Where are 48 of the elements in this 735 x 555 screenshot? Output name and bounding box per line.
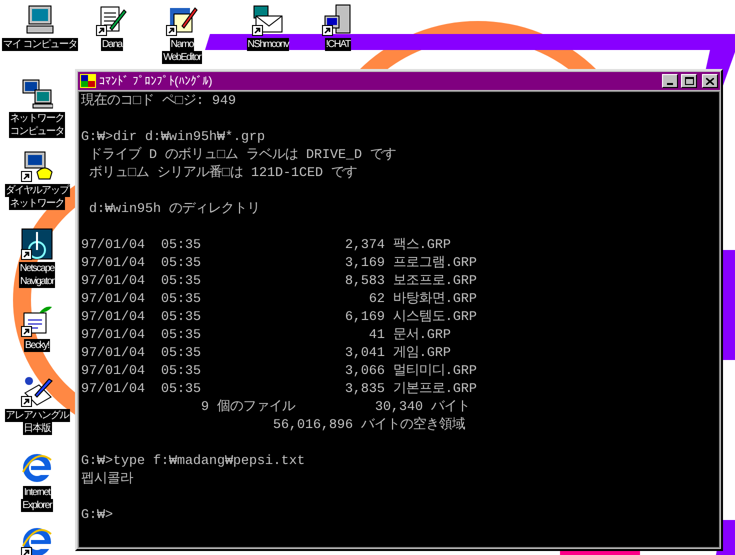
console-line: 9 個のファイル 30,340 バイト <box>200 399 471 416</box>
console-line: 97/01/04 05:35 6,169 시스템도.GRP <box>81 309 478 327</box>
icon-label: ネットワーク <box>9 197 65 210</box>
console-line: 97/01/04 05:35 3,169 프로그램.GRP <box>81 255 478 273</box>
icon-label: Becky! <box>24 339 50 352</box>
minimize-button[interactable] <box>662 74 678 88</box>
icon-label: 日本版 <box>22 422 52 435</box>
console-line: 97/01/04 05:35 3,835 기본프로.GRP <box>81 381 478 399</box>
icon-label: WebEditor <box>162 51 202 64</box>
icon-label: !CHAT <box>324 38 352 51</box>
icon-label: NShmconv <box>246 38 290 51</box>
icon-label: アレアハングル <box>4 409 70 422</box>
console-line: G:₩> <box>81 507 114 525</box>
console-line: 펩시콜라 <box>81 471 134 489</box>
console-line: 現在のコ□ド ペ□ジ: 949 <box>81 93 237 111</box>
icon-label: ダイヤルアップ <box>4 184 70 197</box>
minimize-icon <box>667 83 673 85</box>
close-icon <box>706 78 714 84</box>
console-line: 97/01/04 05:35 41 문서.GRP <box>81 327 452 345</box>
console-line: ドライブ D のボリュ□ム ラベルは DRIVE_D です <box>88 147 397 164</box>
console-line: ボリュ□ム シリアル番□は 121D-1CED です <box>88 165 358 183</box>
icon-label: コンピュータ <box>9 125 65 138</box>
icon-label: Netscape <box>18 262 56 275</box>
console-line: 56,016,896 バイトの空き領域 <box>272 417 466 435</box>
console-line: G:₩>type f:₩madang₩pepsi.txt <box>81 453 306 471</box>
maximize-button[interactable] <box>681 74 697 88</box>
ms-dos-icon <box>80 74 96 88</box>
icon-label: マイ コンピュータ <box>2 38 78 51</box>
icon-label: Navigator <box>19 275 55 288</box>
computer-icon[interactable] <box>24 4 56 36</box>
icon-label: Explorer <box>21 499 53 512</box>
icon-label: ネットワーク <box>9 112 65 125</box>
console-line: 97/01/04 05:35 8,583 보조프로.GRP <box>81 273 478 291</box>
maximize-icon <box>684 77 694 85</box>
console-line: 97/01/04 05:35 3,041 게임.GRP <box>81 345 452 363</box>
icon-label: Namo <box>170 38 194 51</box>
console-line: 97/01/04 05:35 62 바탕화면.GRP <box>81 291 478 309</box>
close-button[interactable] <box>702 74 718 88</box>
icon-label: Dana <box>101 38 123 51</box>
console-line: 97/01/04 05:35 3,066 멀티미디.GRP <box>81 363 478 381</box>
console-line: G:₩>dir d:₩win95h₩*.grp <box>81 129 266 146</box>
ship-wheel-icon[interactable] <box>21 228 53 260</box>
computers-icon[interactable] <box>21 78 53 110</box>
console-line: d:₩win95h のディレクトリ <box>88 201 261 219</box>
icon-label: Internet <box>23 486 51 499</box>
console-line: 97/01/04 05:35 2,374 팩스.GRP <box>81 237 452 255</box>
e-logo-icon[interactable] <box>21 526 53 555</box>
window-title: ｺﾏﾝﾄﾞ ﾌﾟﾛﾝﾌﾟﾄ(ﾊﾝｸﾞﾙ) <box>99 74 212 88</box>
